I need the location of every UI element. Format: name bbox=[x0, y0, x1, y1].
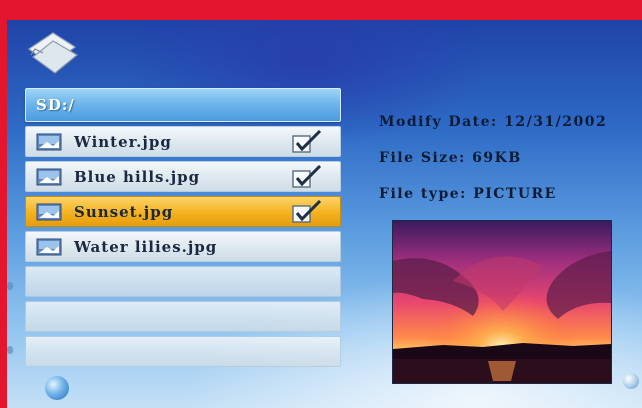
path-label: SD:/ bbox=[36, 96, 75, 114]
status-orb-icon bbox=[623, 373, 639, 389]
file-name: Blue hills.jpg bbox=[74, 167, 201, 186]
check-icon[interactable] bbox=[292, 165, 322, 189]
file-row-sunset[interactable]: Sunset.jpg bbox=[25, 196, 341, 227]
file-row-water-lilies[interactable]: Water lilies.jpg bbox=[25, 231, 341, 262]
scroll-indicator bbox=[7, 346, 13, 354]
file-list: SD:/ Winter.jpg Blue hills.jpg Sunset.jp… bbox=[25, 88, 341, 371]
empty-row bbox=[25, 301, 341, 332]
file-name: Sunset.jpg bbox=[74, 202, 174, 221]
file-row-winter[interactable]: Winter.jpg bbox=[25, 126, 341, 157]
check-icon[interactable] bbox=[292, 200, 322, 224]
sunset-preview-image bbox=[393, 221, 611, 383]
empty-row bbox=[25, 336, 341, 367]
status-orb-icon bbox=[45, 376, 69, 400]
scroll-indicator bbox=[7, 282, 13, 290]
file-row-blue-hills[interactable]: Blue hills.jpg bbox=[25, 161, 341, 192]
modify-date: Modify Date: 12/31/2002 bbox=[379, 114, 608, 130]
image-file-icon bbox=[36, 133, 62, 150]
file-name: Winter.jpg bbox=[74, 132, 172, 151]
image-file-icon bbox=[36, 203, 62, 220]
empty-row bbox=[25, 266, 341, 297]
check-icon[interactable] bbox=[292, 130, 322, 154]
path-bar[interactable]: SD:/ bbox=[25, 88, 341, 122]
file-size: File Size: 69KB bbox=[379, 150, 522, 166]
file-type: File type: PICTURE bbox=[379, 186, 557, 202]
image-preview bbox=[392, 220, 612, 384]
file-info-panel: Modify Date: 12/31/2002 File Size: 69KB … bbox=[379, 112, 607, 220]
photo-browser-screen: SD:/ Winter.jpg Blue hills.jpg Sunset.jp… bbox=[7, 20, 642, 408]
file-name: Water lilies.jpg bbox=[74, 237, 218, 256]
folder-icon[interactable] bbox=[23, 27, 81, 79]
image-file-icon bbox=[36, 168, 62, 185]
image-file-icon bbox=[36, 238, 62, 255]
